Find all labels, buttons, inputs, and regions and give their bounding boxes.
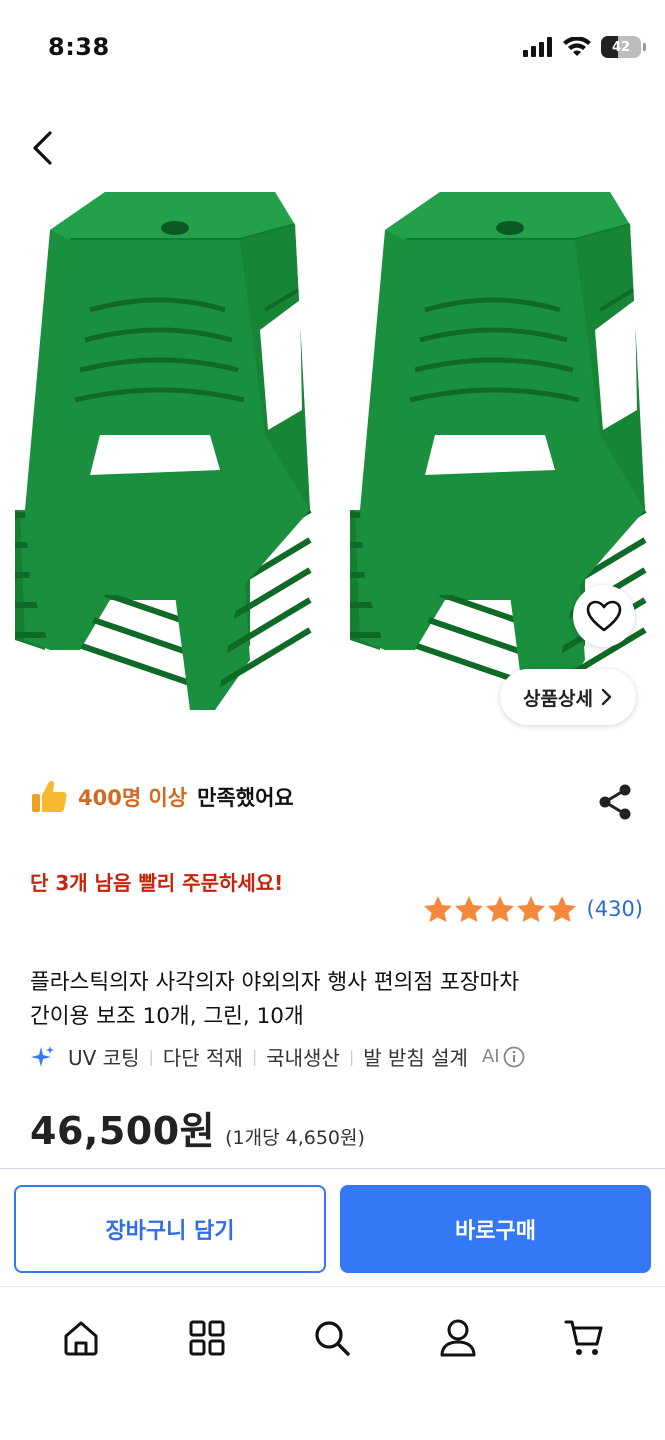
sparkle-icon — [31, 1045, 54, 1067]
review-count[interactable]: (430) — [587, 897, 643, 921]
chevron-right-icon — [601, 688, 612, 706]
wishlist-button[interactable] — [573, 585, 635, 647]
share-icon — [599, 784, 631, 820]
feature-tag: 다단 적재 — [162, 1046, 243, 1070]
signal-icon — [523, 37, 552, 57]
chevron-left-icon — [33, 131, 52, 165]
satisfaction-text: 만족했어요 — [197, 786, 294, 810]
wifi-icon — [563, 37, 591, 56]
status-time: 8:38 — [48, 33, 110, 61]
battery-icon: 42 — [601, 36, 646, 58]
rating[interactable]: (430) — [423, 895, 643, 923]
cart-icon — [564, 1320, 603, 1355]
price: 46,500원 — [30, 1109, 216, 1153]
nav-cart[interactable] — [554, 1308, 614, 1368]
divider — [0, 1168, 665, 1169]
star-icon — [547, 896, 576, 922]
product-title-line-1: 플라스틱의자 사각의자 야외의자 행사 편의점 포장마차 — [30, 970, 520, 995]
satisfaction-row: 400명 이상 만족했어요 — [30, 778, 294, 816]
feature-tags: UV 코팅 | 다단 적재 | 국내생산 | 발 받침 설계 AI — [30, 1042, 525, 1071]
nav-category[interactable] — [177, 1308, 237, 1368]
status-bar: 8:38 42 — [0, 0, 665, 96]
share-button[interactable] — [596, 782, 634, 822]
search-icon — [315, 1321, 351, 1356]
product-image — [0, 180, 665, 720]
thumbs-up-icon — [32, 780, 67, 812]
product-title-line-2: 간이용 보조 10개, 그린, 10개 — [30, 1004, 304, 1029]
star-icon — [454, 896, 483, 922]
divider — [0, 1286, 665, 1287]
feature-tag: 발 받침 설계 — [363, 1046, 468, 1070]
back-button[interactable] — [22, 128, 62, 168]
ai-info-button[interactable]: AI — [482, 1046, 525, 1068]
category-icon — [189, 1320, 225, 1356]
ai-label: AI — [481, 1046, 500, 1067]
home-icon — [64, 1321, 98, 1356]
buy-now-button[interactable]: 바로구매 — [340, 1185, 651, 1273]
star-icon — [516, 896, 545, 922]
feature-separator: | — [148, 1047, 154, 1066]
product-detail-button[interactable]: 상품상세 — [500, 669, 636, 725]
heart-icon — [586, 600, 622, 632]
star-icon — [423, 896, 452, 922]
unit-price: (1개당 4,650원) — [225, 1127, 365, 1149]
feature-separator: | — [348, 1047, 355, 1066]
rating-stars — [423, 895, 577, 923]
satisfaction-count: 400명 이상 — [78, 786, 188, 810]
info-icon — [503, 1046, 524, 1067]
feature-separator: | — [251, 1047, 258, 1066]
price-row: 46,500원 (1개당 4,650원) — [30, 1100, 365, 1155]
stock-warning: 단 3개 남음 빨리 주문하세요! — [30, 871, 284, 895]
nav-my-page[interactable] — [428, 1308, 488, 1368]
feature-tag: 국내생산 — [266, 1046, 340, 1070]
product-detail-label: 상품상세 — [523, 687, 593, 710]
nav-search[interactable] — [302, 1308, 362, 1368]
nav-home[interactable] — [51, 1308, 111, 1368]
status-icons: 42 — [523, 36, 646, 58]
my-page-icon — [440, 1319, 476, 1357]
star-icon — [485, 896, 514, 922]
product-title: 플라스틱의자 사각의자 야외의자 행사 편의점 포장마차 간이용 보조 10개,… — [30, 966, 640, 1034]
feature-tag: UV 코팅 — [68, 1046, 140, 1070]
bottom-nav — [0, 1288, 665, 1388]
add-to-cart-button[interactable]: 장바구니 담기 — [14, 1185, 326, 1273]
battery-level: 42 — [611, 39, 631, 55]
